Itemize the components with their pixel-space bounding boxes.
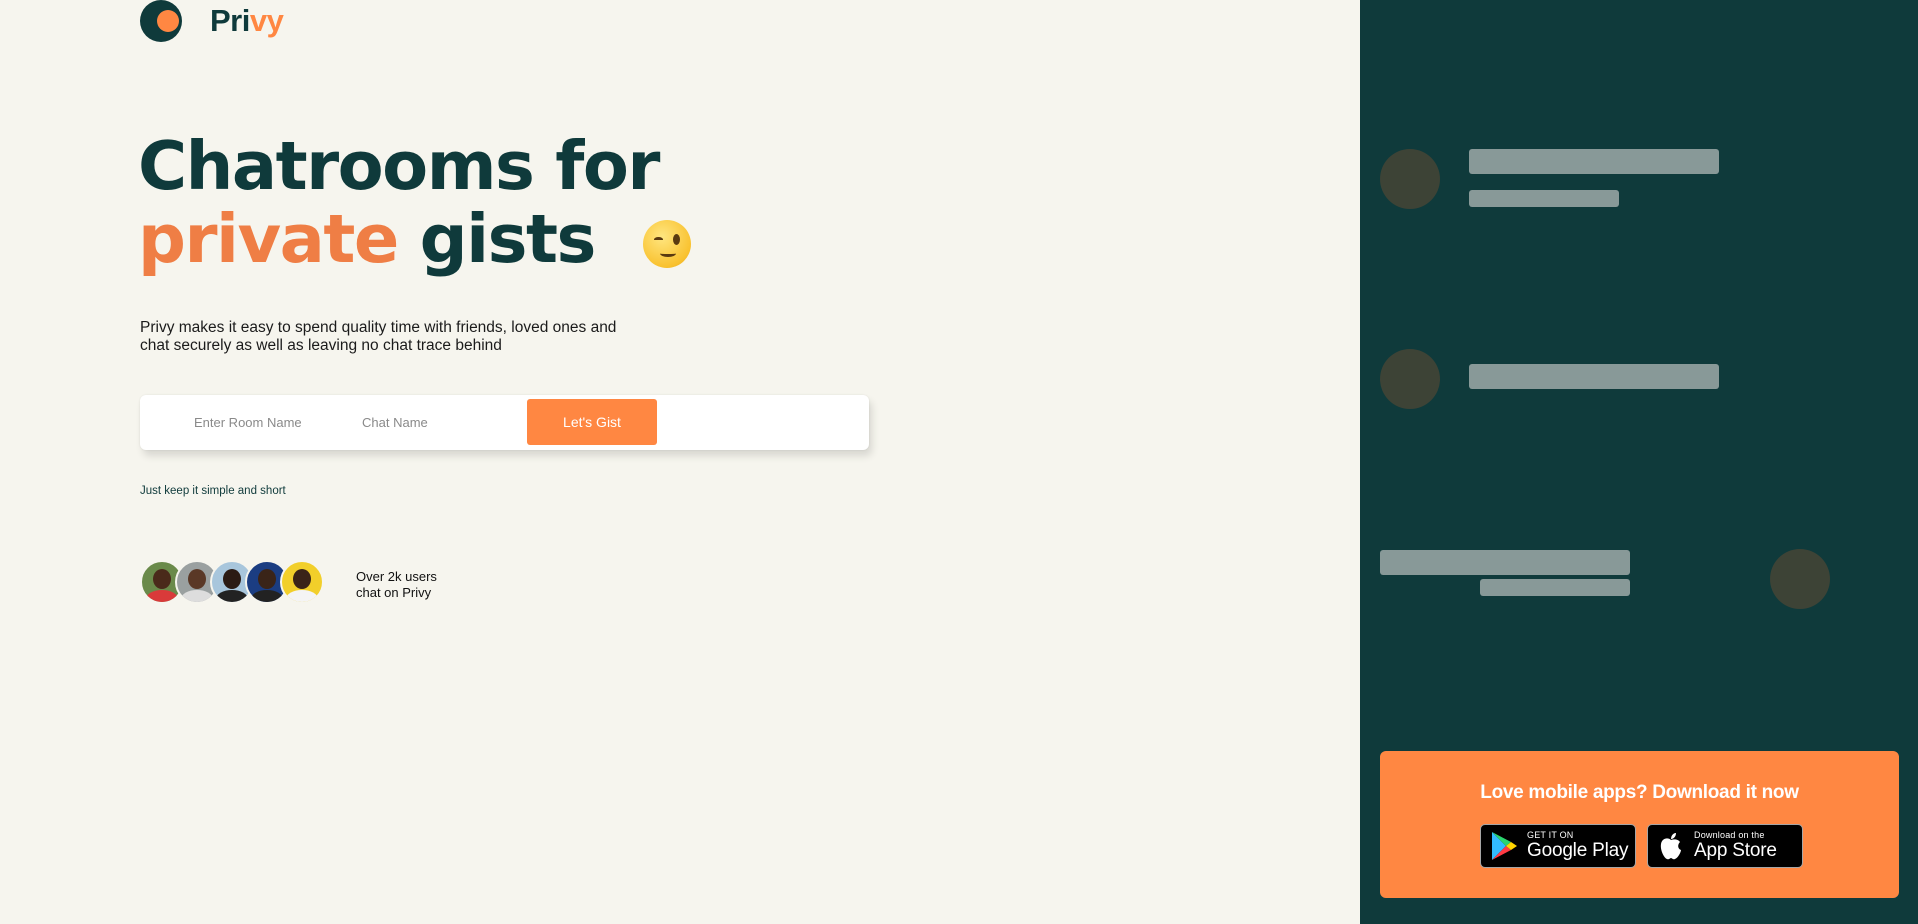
download-card: Love mobile apps? Download it now GET IT… [1380,751,1899,898]
hero-headline: Chatrooms for private gists [138,130,691,282]
form-hint: Just keep it simple and short [140,485,286,497]
placeholder-avatar [1380,149,1440,209]
placeholder-avatar [1770,549,1830,609]
placeholder-line [1380,550,1630,575]
download-title: Love mobile apps? Download it now [1480,782,1799,803]
placeholder-line [1480,579,1630,596]
logo-icon [140,0,182,42]
placeholder-line [1469,149,1719,174]
avatar [280,560,324,604]
user-avatars [140,560,324,604]
placeholder-line [1469,364,1719,389]
headline-line-1: Chatrooms for [138,127,660,205]
room-name-input[interactable] [194,406,344,439]
headline-accent: private [138,200,399,278]
brand-name: Privy [210,3,284,38]
apple-icon [1654,831,1688,861]
room-form: Let's Gist [140,395,869,450]
placeholder-avatar [1380,349,1440,409]
google-play-icon [1487,831,1521,861]
placeholder-line [1469,190,1619,207]
preview-panel: Love mobile apps? Download it now GET IT… [1360,0,1918,924]
chat-name-input[interactable] [362,406,522,439]
headline-line-2: private gists [138,203,691,282]
hero-description: Privy makes it easy to spend quality tim… [140,319,617,354]
headline-rest: gists [419,200,597,278]
logo[interactable]: Privy [140,0,284,42]
lets-gist-button[interactable]: Let's Gist [527,399,657,445]
users-count-text: Over 2k users chat on Privy [356,569,437,600]
wink-emoji-icon [642,209,691,282]
app-store-button[interactable]: Download on the App Store [1647,824,1803,868]
google-play-button[interactable]: GET IT ON Google Play [1480,824,1636,868]
